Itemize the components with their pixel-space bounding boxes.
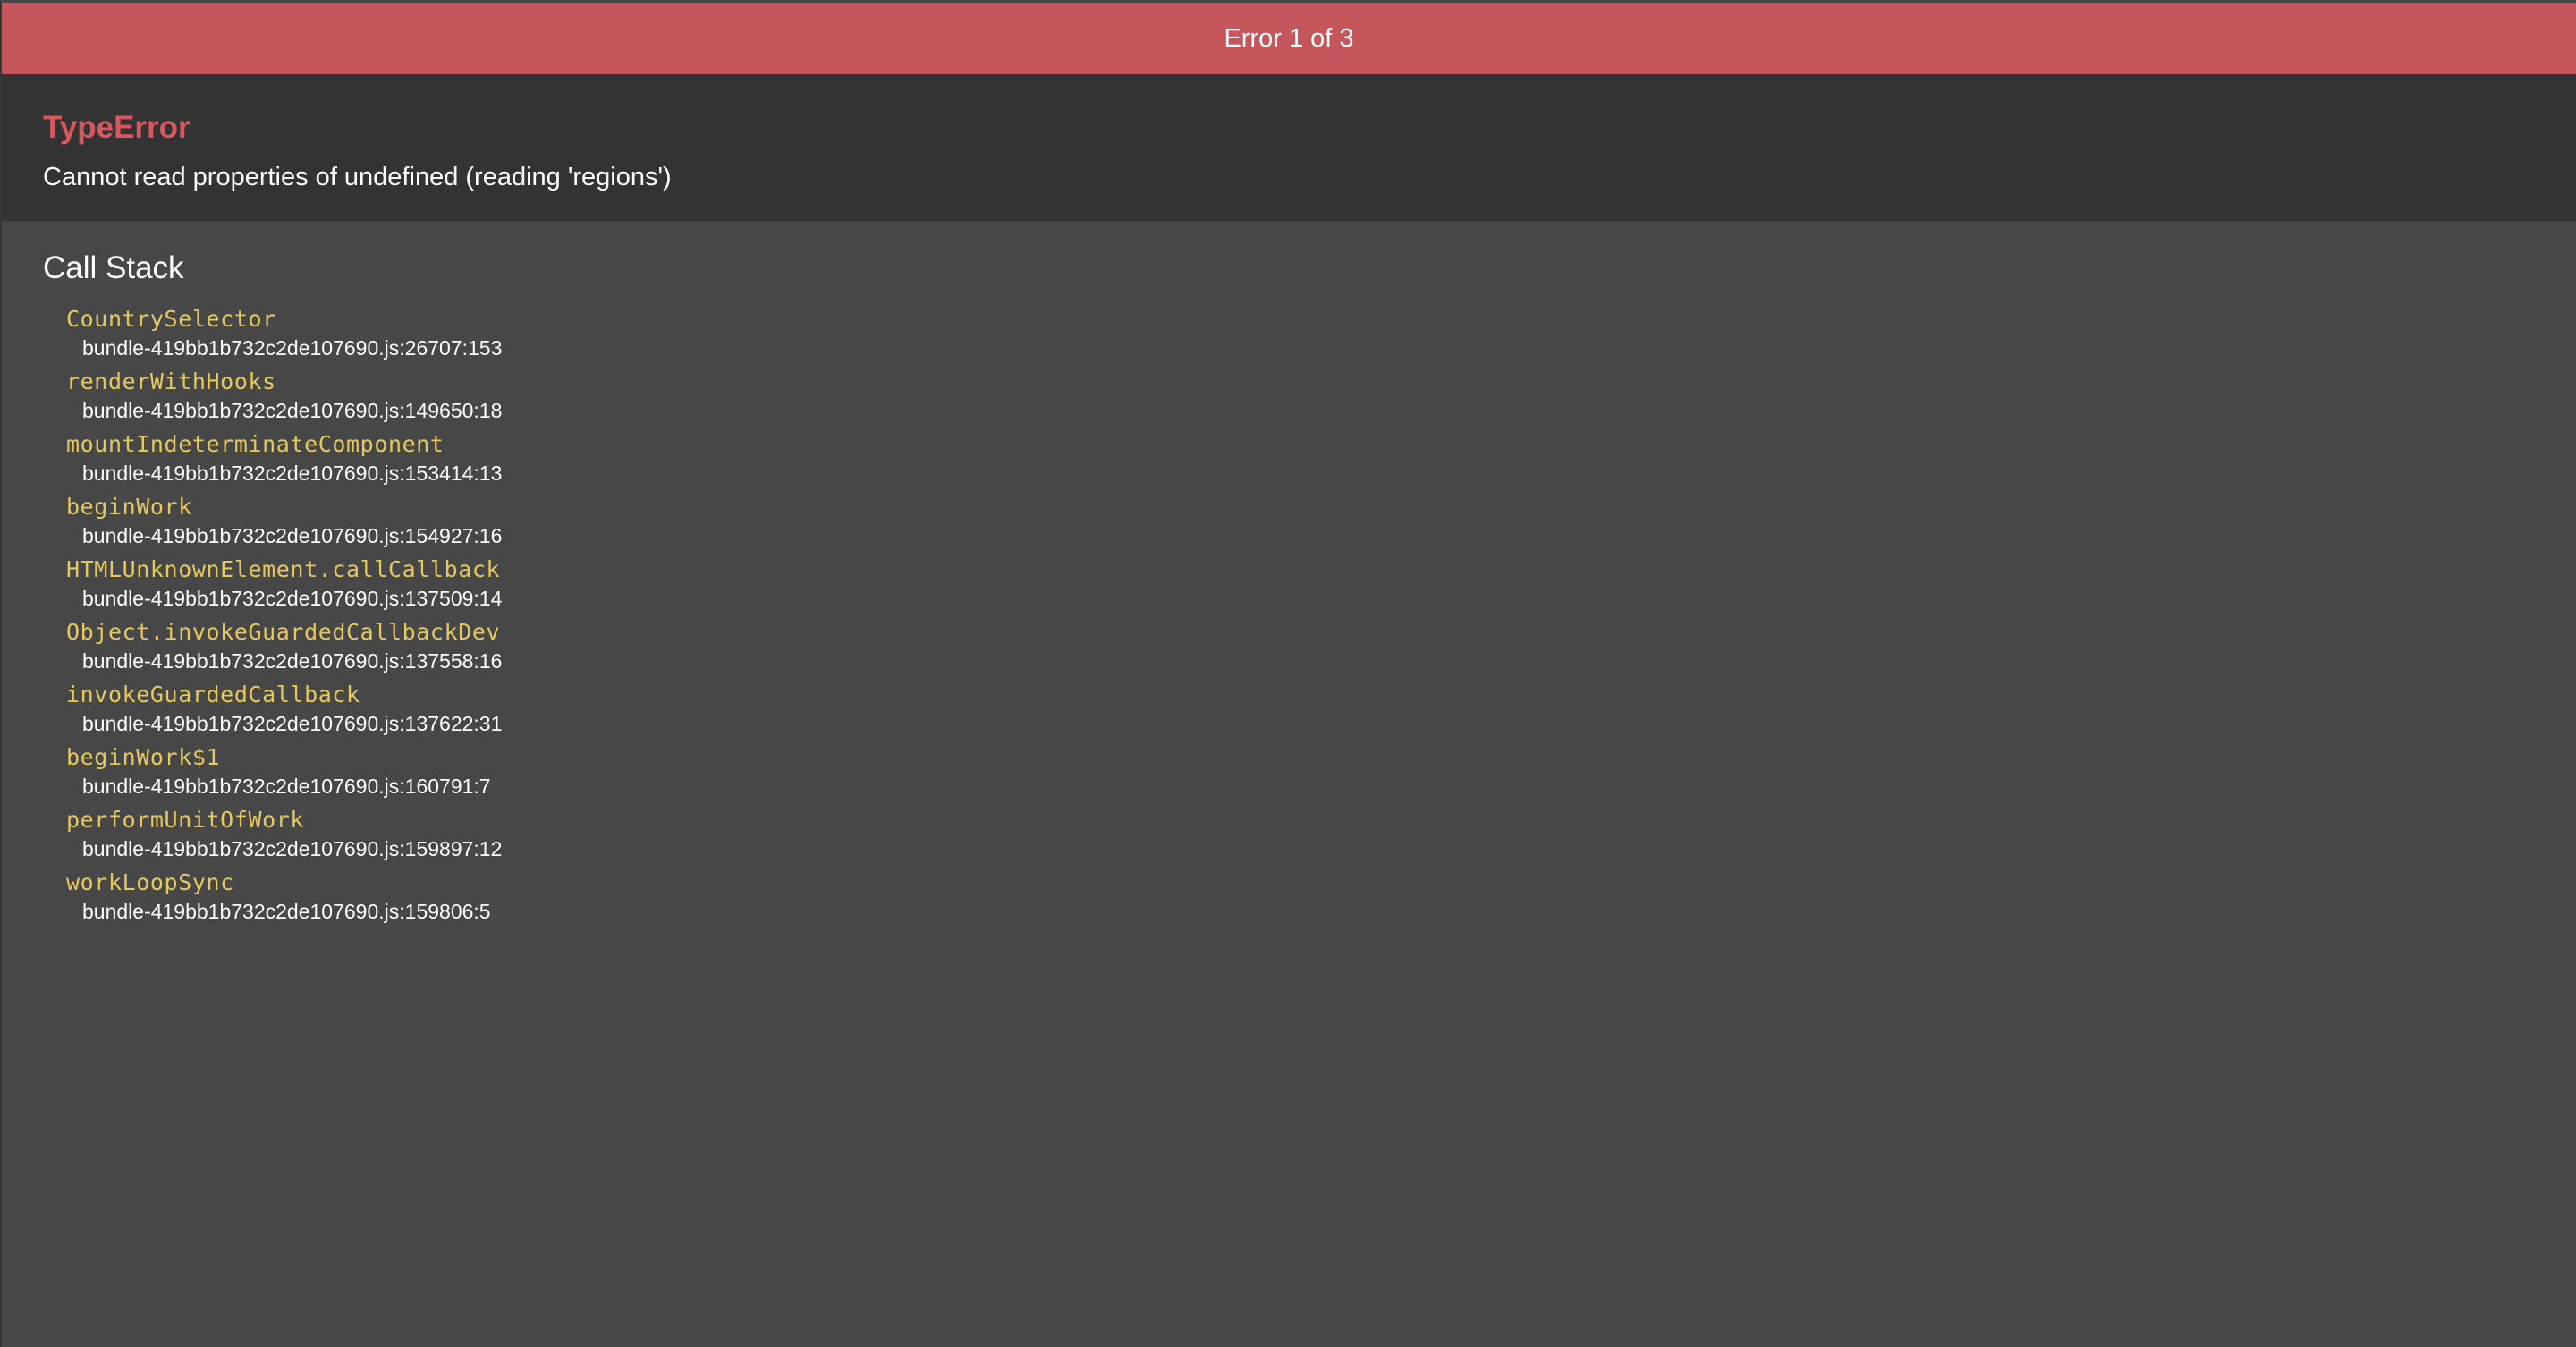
stack-frame-function: invokeGuardedCallback — [66, 682, 360, 707]
call-stack-title: Call Stack — [43, 250, 184, 285]
error-type: TypeError — [43, 110, 191, 145]
stack-frame[interactable]: workLoopSync bundle-419bb1b732c2de107690… — [66, 867, 2535, 924]
stack-frame-function: beginWork$1 — [66, 744, 221, 770]
stack-frame[interactable]: mountIndeterminateComponent bundle-419bb… — [66, 428, 2535, 486]
call-stack: Call Stack CountrySelector bundle-419bb1… — [2, 221, 2576, 924]
stack-frame-function: renderWithHooks — [66, 369, 276, 394]
stack-frame-function: mountIndeterminateComponent — [66, 431, 445, 457]
stack-frame-location: bundle-419bb1b732c2de107690.js:160791:7 — [82, 775, 491, 798]
error-counter-banner: Error 1 of 3 — [2, 3, 2576, 74]
stack-frame-location: bundle-419bb1b732c2de107690.js:154927:16 — [82, 524, 503, 547]
stack-frame[interactable]: invokeGuardedCallback bundle-419bb1b732c… — [66, 679, 2535, 736]
error-message: Cannot read properties of undefined (rea… — [43, 163, 672, 191]
error-overlay: Error 1 of 3 TypeError Cannot read prope… — [0, 0, 2576, 1347]
stack-frame-function: workLoopSync — [66, 869, 234, 895]
stack-frame-function: HTMLUnknownElement.callCallback — [66, 556, 501, 582]
stack-frame-location: bundle-419bb1b732c2de107690.js:137509:14 — [82, 587, 503, 610]
stack-frame-location: bundle-419bb1b732c2de107690.js:159897:12 — [82, 837, 503, 860]
stack-frame[interactable]: renderWithHooks bundle-419bb1b732c2de107… — [66, 366, 2535, 423]
stack-frame-location: bundle-419bb1b732c2de107690.js:137622:31 — [82, 712, 503, 735]
stack-frame[interactable]: performUnitOfWork bundle-419bb1b732c2de1… — [66, 804, 2535, 861]
stack-frame-location: bundle-419bb1b732c2de107690.js:26707:153 — [82, 336, 503, 360]
stack-frame[interactable]: HTMLUnknownElement.callCallback bundle-4… — [66, 554, 2535, 611]
stack-frame-function: beginWork — [66, 494, 192, 520]
stack-frame[interactable]: CountrySelector bundle-419bb1b732c2de107… — [66, 303, 2535, 360]
stack-frame[interactable]: Object.invokeGuardedCallbackDev bundle-4… — [66, 616, 2535, 674]
error-header: TypeError Cannot read properties of unde… — [2, 74, 2576, 221]
stack-frame-function: CountrySelector — [66, 306, 276, 332]
stack-frame-location: bundle-419bb1b732c2de107690.js:137558:16 — [82, 649, 503, 673]
error-counter-text: Error 1 of 3 — [1224, 23, 1354, 53]
stack-frame-function: Object.invokeGuardedCallbackDev — [66, 619, 501, 645]
stack-frame-function: performUnitOfWork — [66, 807, 305, 833]
stack-frame[interactable]: beginWork bundle-419bb1b732c2de107690.js… — [66, 491, 2535, 548]
stack-frame-location: bundle-419bb1b732c2de107690.js:153414:13 — [82, 462, 503, 485]
stack-frame[interactable]: beginWork$1 bundle-419bb1b732c2de107690.… — [66, 741, 2535, 799]
stack-frame-location: bundle-419bb1b732c2de107690.js:159806:5 — [82, 900, 491, 923]
stack-frame-location: bundle-419bb1b732c2de107690.js:149650:18 — [82, 399, 503, 422]
